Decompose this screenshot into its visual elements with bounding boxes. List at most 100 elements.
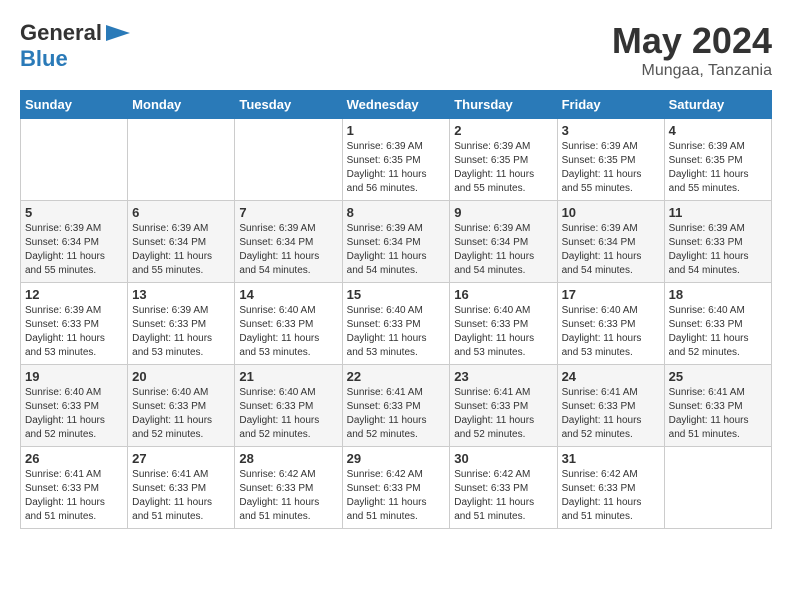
calendar-cell: 14 Sunrise: 6:40 AMSunset: 6:33 PMDayligh… — [235, 283, 342, 365]
day-number: 9 — [454, 205, 552, 220]
page-header: General Blue May 2024 Mungaa, Tanzania — [20, 20, 772, 80]
day-number: 8 — [347, 205, 446, 220]
day-number: 28 — [239, 451, 337, 466]
calendar-table: SundayMondayTuesdayWednesdayThursdayFrid… — [20, 90, 772, 529]
day-info: Sunrise: 6:39 AMSunset: 6:35 PMDaylight:… — [562, 140, 660, 196]
calendar-cell — [664, 447, 771, 529]
calendar-week-row: 12 Sunrise: 6:39 AMSunset: 6:33 PMDayligh… — [21, 283, 772, 365]
day-info: Sunrise: 6:42 AMSunset: 6:33 PMDaylight:… — [562, 468, 660, 524]
calendar-cell: 1 Sunrise: 6:39 AMSunset: 6:35 PMDaylight… — [342, 119, 450, 201]
calendar-cell: 18 Sunrise: 6:40 AMSunset: 6:33 PMDayligh… — [664, 283, 771, 365]
day-number: 25 — [669, 369, 767, 384]
day-number: 5 — [25, 205, 123, 220]
calendar-cell: 6 Sunrise: 6:39 AMSunset: 6:34 PMDaylight… — [128, 201, 235, 283]
day-number: 7 — [239, 205, 337, 220]
calendar-week-row: 26 Sunrise: 6:41 AMSunset: 6:33 PMDayligh… — [21, 447, 772, 529]
day-number: 27 — [132, 451, 230, 466]
calendar-cell: 21 Sunrise: 6:40 AMSunset: 6:33 PMDayligh… — [235, 365, 342, 447]
calendar-cell: 17 Sunrise: 6:40 AMSunset: 6:33 PMDayligh… — [557, 283, 664, 365]
calendar-cell: 13 Sunrise: 6:39 AMSunset: 6:33 PMDayligh… — [128, 283, 235, 365]
day-info: Sunrise: 6:41 AMSunset: 6:33 PMDaylight:… — [25, 468, 123, 524]
day-number: 4 — [669, 123, 767, 138]
day-info: Sunrise: 6:39 AMSunset: 6:34 PMDaylight:… — [347, 222, 446, 278]
day-info: Sunrise: 6:41 AMSunset: 6:33 PMDaylight:… — [669, 386, 767, 442]
calendar-cell: 31 Sunrise: 6:42 AMSunset: 6:33 PMDayligh… — [557, 447, 664, 529]
day-number: 3 — [562, 123, 660, 138]
day-number: 17 — [562, 287, 660, 302]
calendar-cell — [235, 119, 342, 201]
calendar-week-row: 19 Sunrise: 6:40 AMSunset: 6:33 PMDayligh… — [21, 365, 772, 447]
calendar-cell: 5 Sunrise: 6:39 AMSunset: 6:34 PMDaylight… — [21, 201, 128, 283]
day-number: 30 — [454, 451, 552, 466]
calendar-cell: 8 Sunrise: 6:39 AMSunset: 6:34 PMDaylight… — [342, 201, 450, 283]
day-info: Sunrise: 6:40 AMSunset: 6:33 PMDaylight:… — [25, 386, 123, 442]
day-info: Sunrise: 6:40 AMSunset: 6:33 PMDaylight:… — [669, 304, 767, 360]
calendar-cell: 2 Sunrise: 6:39 AMSunset: 6:35 PMDaylight… — [450, 119, 557, 201]
day-info: Sunrise: 6:40 AMSunset: 6:33 PMDaylight:… — [132, 386, 230, 442]
day-info: Sunrise: 6:39 AMSunset: 6:35 PMDaylight:… — [347, 140, 446, 196]
day-number: 16 — [454, 287, 552, 302]
header-friday: Friday — [557, 91, 664, 119]
day-info: Sunrise: 6:39 AMSunset: 6:35 PMDaylight:… — [454, 140, 552, 196]
day-info: Sunrise: 6:39 AMSunset: 6:34 PMDaylight:… — [239, 222, 337, 278]
calendar-cell: 20 Sunrise: 6:40 AMSunset: 6:33 PMDayligh… — [128, 365, 235, 447]
day-number: 20 — [132, 369, 230, 384]
month-title: May 2024 — [612, 20, 772, 62]
calendar-cell — [21, 119, 128, 201]
day-number: 13 — [132, 287, 230, 302]
header-wednesday: Wednesday — [342, 91, 450, 119]
calendar-cell — [128, 119, 235, 201]
calendar-cell: 3 Sunrise: 6:39 AMSunset: 6:35 PMDaylight… — [557, 119, 664, 201]
day-number: 12 — [25, 287, 123, 302]
calendar-cell: 25 Sunrise: 6:41 AMSunset: 6:33 PMDayligh… — [664, 365, 771, 447]
day-info: Sunrise: 6:40 AMSunset: 6:33 PMDaylight:… — [239, 304, 337, 360]
day-number: 29 — [347, 451, 446, 466]
header-tuesday: Tuesday — [235, 91, 342, 119]
day-number: 18 — [669, 287, 767, 302]
day-info: Sunrise: 6:40 AMSunset: 6:33 PMDaylight:… — [239, 386, 337, 442]
day-info: Sunrise: 6:42 AMSunset: 6:33 PMDaylight:… — [239, 468, 337, 524]
calendar-cell: 27 Sunrise: 6:41 AMSunset: 6:33 PMDayligh… — [128, 447, 235, 529]
day-info: Sunrise: 6:41 AMSunset: 6:33 PMDaylight:… — [347, 386, 446, 442]
day-number: 19 — [25, 369, 123, 384]
calendar-cell: 23Sunrise: 6:41 AMSunset: 6:33 PMDayligh… — [450, 365, 557, 447]
day-info: Sunrise: 6:39 AMSunset: 6:35 PMDaylight:… — [669, 140, 767, 196]
calendar-cell: 22Sunrise: 6:41 AMSunset: 6:33 PMDayligh… — [342, 365, 450, 447]
header-thursday: Thursday — [450, 91, 557, 119]
day-info: Sunrise: 6:41 AMSunset: 6:33 PMDaylight:… — [132, 468, 230, 524]
day-number: 31 — [562, 451, 660, 466]
calendar-week-row: 1 Sunrise: 6:39 AMSunset: 6:35 PMDaylight… — [21, 119, 772, 201]
calendar-cell: 24Sunrise: 6:41 AMSunset: 6:33 PMDayligh… — [557, 365, 664, 447]
day-number: 26 — [25, 451, 123, 466]
day-info: Sunrise: 6:40 AMSunset: 6:33 PMDaylight:… — [562, 304, 660, 360]
header-sunday: Sunday — [21, 91, 128, 119]
day-info: Sunrise: 6:40 AMSunset: 6:33 PMDaylight:… — [347, 304, 446, 360]
logo-blue-text: Blue — [20, 46, 68, 72]
calendar-cell: 16Sunrise: 6:40 AMSunset: 6:33 PMDayligh… — [450, 283, 557, 365]
day-info: Sunrise: 6:42 AMSunset: 6:33 PMDaylight:… — [454, 468, 552, 524]
calendar-cell: 12 Sunrise: 6:39 AMSunset: 6:33 PMDayligh… — [21, 283, 128, 365]
calendar-cell: 19 Sunrise: 6:40 AMSunset: 6:33 PMDayligh… — [21, 365, 128, 447]
day-number: 23 — [454, 369, 552, 384]
day-info: Sunrise: 6:39 AMSunset: 6:33 PMDaylight:… — [669, 222, 767, 278]
day-number: 1 — [347, 123, 446, 138]
day-info: Sunrise: 6:39 AMSunset: 6:33 PMDaylight:… — [25, 304, 123, 360]
day-number: 15 — [347, 287, 446, 302]
logo-flag-icon — [104, 23, 132, 43]
calendar-cell: 29Sunrise: 6:42 AMSunset: 6:33 PMDayligh… — [342, 447, 450, 529]
calendar-cell: 10Sunrise: 6:39 AMSunset: 6:34 PMDayligh… — [557, 201, 664, 283]
location-title: Mungaa, Tanzania — [612, 62, 772, 80]
day-number: 6 — [132, 205, 230, 220]
logo-general-text: General — [20, 20, 102, 46]
day-number: 24 — [562, 369, 660, 384]
calendar-cell: 7 Sunrise: 6:39 AMSunset: 6:34 PMDaylight… — [235, 201, 342, 283]
day-number: 2 — [454, 123, 552, 138]
calendar-week-row: 5 Sunrise: 6:39 AMSunset: 6:34 PMDaylight… — [21, 201, 772, 283]
logo: General Blue — [20, 20, 132, 72]
day-info: Sunrise: 6:39 AMSunset: 6:34 PMDaylight:… — [25, 222, 123, 278]
day-info: Sunrise: 6:39 AMSunset: 6:34 PMDaylight:… — [132, 222, 230, 278]
day-number: 10 — [562, 205, 660, 220]
day-number: 14 — [239, 287, 337, 302]
day-info: Sunrise: 6:39 AMSunset: 6:33 PMDaylight:… — [132, 304, 230, 360]
day-number: 21 — [239, 369, 337, 384]
